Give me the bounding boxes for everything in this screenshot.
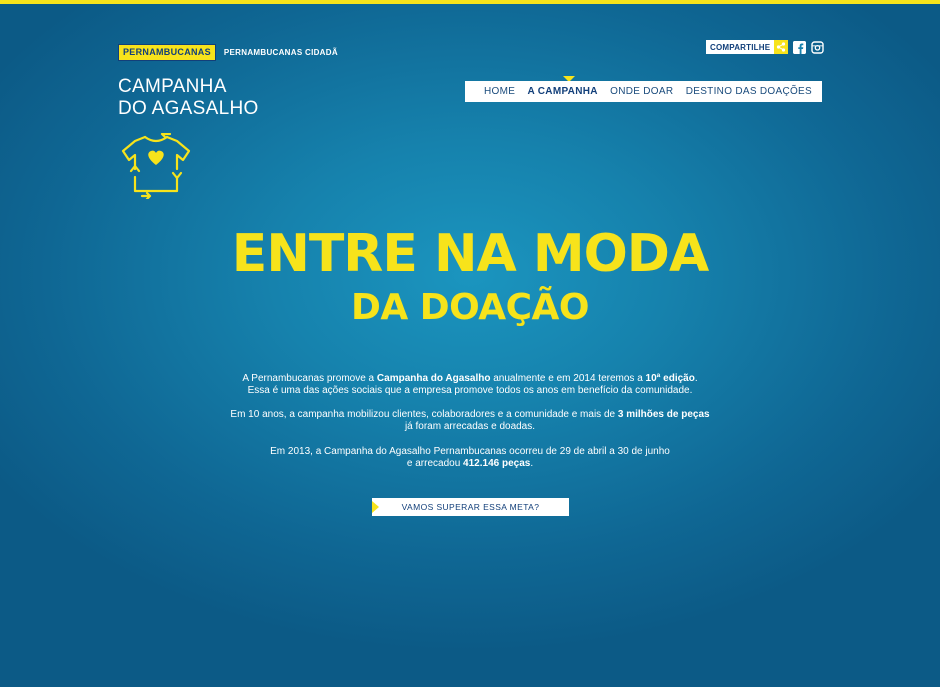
- cta-label: VAMOS SUPERAR ESSA META?: [401, 502, 540, 512]
- nav-home[interactable]: HOME: [484, 86, 515, 97]
- paragraph-2: Em 10 anos, a campanha mobilizou cliente…: [0, 409, 940, 433]
- paragraph-1-line1: A Pernambucanas promove a Campanha do Ag…: [242, 373, 698, 384]
- top-accent-bar: [0, 0, 940, 4]
- brand-header: PERNAMBUCANAS PERNAMBUCANAS CIDADÃ: [118, 44, 338, 61]
- paragraph-3: Em 2013, a Campanha do Agasalho Pernambu…: [0, 446, 940, 470]
- share-icon: [774, 40, 789, 54]
- share-bar: COMPARTILHE: [706, 40, 824, 54]
- paragraph-2-line2: já foram arrecadas e doadas.: [404, 421, 536, 432]
- facebook-icon[interactable]: [793, 40, 807, 54]
- nav-onde-doar[interactable]: ONDE DOAR: [610, 86, 673, 97]
- paragraph-3-line2: e arrecadou 412.146 peças.: [406, 458, 534, 469]
- paragraph-1: A Pernambucanas promove a Campanha do Ag…: [0, 373, 940, 397]
- cta-arrow-icon: [372, 501, 379, 513]
- hero-headline-line2: DA DOAÇÃO: [350, 287, 590, 328]
- paragraph-1-line2: Essa é uma das ações sociais que a empre…: [247, 385, 693, 396]
- campaign-title[interactable]: CAMPANHA DO AGASALHO: [118, 76, 259, 120]
- share-label: COMPARTILHE: [710, 42, 771, 52]
- share-button[interactable]: COMPARTILHE: [706, 40, 789, 54]
- nav-destino-das-doacoes[interactable]: DESTINO DAS DOAÇÕES: [686, 86, 812, 97]
- main-nav: HOME A CAMPANHA ONDE DOAR DESTINO DAS DO…: [465, 81, 822, 102]
- hero-headline-line1: ENTRE NA MODA: [231, 224, 709, 284]
- tshirt-heart-recycle-icon: [121, 133, 191, 199]
- campaign-title-line1: CAMPANHA: [118, 76, 227, 97]
- pernambucanas-logo[interactable]: PERNAMBUCANAS: [118, 44, 216, 61]
- campaign-title-line2: DO AGASALHO: [118, 98, 259, 119]
- nav-a-campanha[interactable]: A CAMPANHA: [528, 86, 598, 97]
- paragraph-2-line1: Em 10 anos, a campanha mobilizou cliente…: [230, 409, 710, 420]
- paragraph-3-line1: Em 2013, a Campanha do Agasalho Pernambu…: [270, 446, 670, 457]
- cta-button[interactable]: VAMOS SUPERAR ESSA META?: [372, 498, 569, 516]
- brand-subtitle[interactable]: PERNAMBUCANAS CIDADÃ: [224, 48, 338, 57]
- instagram-icon[interactable]: [811, 40, 824, 54]
